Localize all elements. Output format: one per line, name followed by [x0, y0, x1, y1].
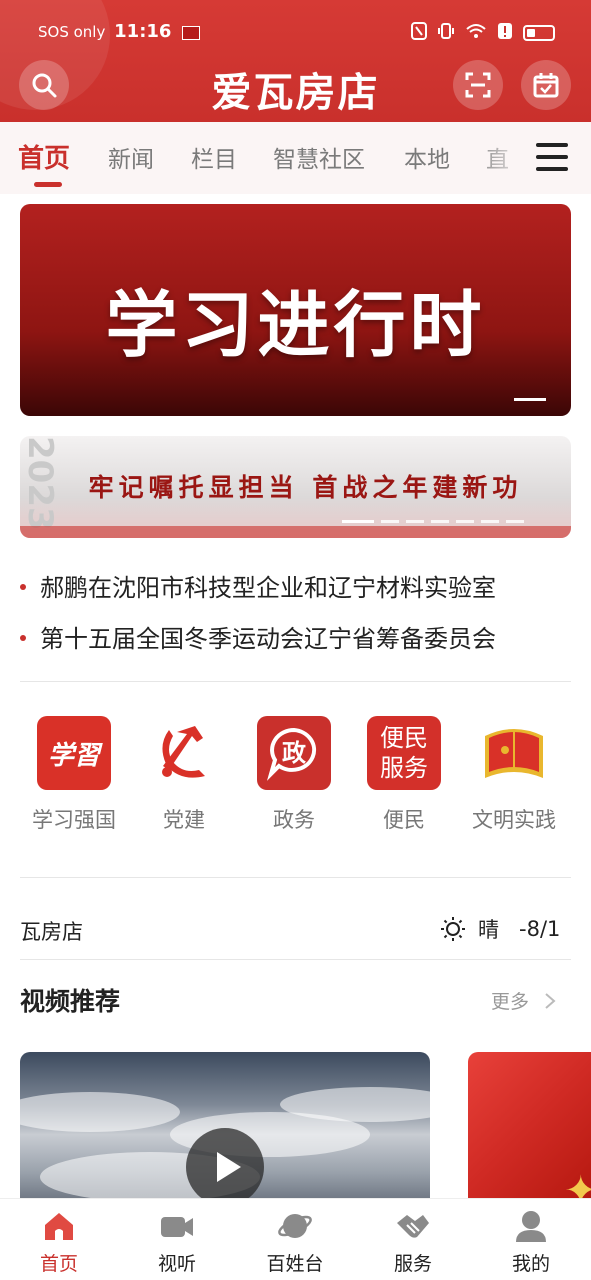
checkin-calendar-button[interactable]: [521, 60, 571, 110]
headline-text: 郝鹏在沈阳市科技型企业和辽宁材料实验室: [40, 574, 496, 602]
svg-text:政: 政: [282, 739, 306, 767]
user-icon: [513, 1209, 549, 1243]
sun-icon: [441, 917, 465, 941]
headline-text: 第十五届全国冬季运动会辽宁省筹备委员会: [40, 625, 496, 653]
channel-tabs: 首页 新闻 栏目 智慧社区 本地 直: [0, 122, 591, 194]
shortcut-xuexi[interactable]: 学習 学习强国: [19, 716, 129, 834]
play-icon[interactable]: [186, 1128, 264, 1202]
section-title: 视频推荐: [20, 987, 121, 1016]
shortcut-party[interactable]: 党建: [129, 716, 239, 834]
tabs-fade: [470, 122, 518, 194]
nav-label: 视听: [157, 1253, 196, 1275]
shortcut-label: 文明实践: [472, 808, 556, 832]
shortcut-label: 便民: [383, 808, 425, 832]
divider: [20, 959, 571, 960]
battery-icon: [523, 25, 555, 41]
cloud-shape: [20, 1092, 180, 1132]
more-link[interactable]: 更多: [491, 987, 557, 1014]
nav-label: 服务: [393, 1253, 432, 1275]
more-label: 更多: [491, 991, 530, 1013]
bottom-navigation: 首页 视听 百姓台 服务 我的: [0, 1198, 591, 1280]
divider: [20, 681, 571, 682]
nav-video[interactable]: 视听: [127, 1209, 227, 1276]
vibrate-icon: [437, 22, 455, 44]
icon-line: 便民: [380, 724, 428, 752]
app-screen: SOS only 11:16 爱瓦房店 首页 新闻 栏目 智慧社区 本地 学习进…: [0, 0, 591, 1280]
carousel-dots: [342, 520, 524, 523]
status-left: SOS only 11:16: [38, 21, 201, 42]
tab-local[interactable]: 本地: [404, 140, 450, 174]
weather-temperature: -8/1: [519, 917, 561, 941]
hero-banner[interactable]: 学习进行时: [20, 204, 571, 416]
shortcut-government[interactable]: 政 政务: [239, 716, 349, 834]
convenience-service-icon: 便民 服务: [367, 716, 441, 790]
scan-icon: [465, 72, 491, 98]
slogan-banner[interactable]: 2023 牢记嘱托显担当 首战之年建新功: [20, 436, 571, 538]
scan-button[interactable]: [453, 60, 503, 110]
headline-item[interactable]: 第十五届全国冬季运动会辽宁省筹备委员会: [20, 619, 571, 654]
bullet-dot: [20, 635, 26, 641]
alert-icon: [497, 22, 513, 44]
party-emblem-icon: [147, 716, 221, 790]
planet-icon: [277, 1209, 313, 1243]
video-card[interactable]: [20, 1052, 430, 1202]
nav-services[interactable]: 服务: [363, 1209, 463, 1276]
shortcut-label: 政务: [273, 808, 315, 832]
tabs-scroll[interactable]: 首页 新闻 栏目 智慧社区 本地 直: [0, 122, 518, 194]
tab-columns[interactable]: 栏目: [191, 140, 237, 174]
app-header: SOS only 11:16 爱瓦房店: [0, 0, 591, 122]
nav-label: 百姓台: [266, 1253, 324, 1275]
nfc-icon: [411, 22, 427, 44]
icon-line: 服务: [380, 754, 428, 782]
channel-menu-icon[interactable]: [536, 143, 568, 171]
banner-slogan: 牢记嘱托显担当 首战之年建新功: [88, 473, 523, 502]
gold-decoration-icon: ✦: [564, 1168, 591, 1202]
government-affairs-icon: 政: [257, 716, 331, 790]
nav-profile[interactable]: 我的: [481, 1209, 581, 1276]
handshake-icon: [395, 1209, 431, 1243]
banner-red-band: [20, 526, 571, 538]
tab-news[interactable]: 新闻: [108, 140, 154, 174]
nav-community[interactable]: 百姓台: [245, 1209, 345, 1276]
tab-home[interactable]: 首页: [18, 138, 70, 175]
status-right: [411, 22, 555, 44]
shortcut-label: 学习强国: [32, 808, 116, 832]
banner-title: 学习进行时: [105, 283, 486, 367]
home-icon: [41, 1209, 77, 1243]
nav-label: 我的: [511, 1253, 550, 1275]
video-camera-icon: [159, 1209, 195, 1243]
tab-smart-community[interactable]: 智慧社区: [273, 140, 365, 174]
carrier-text: SOS only: [38, 23, 106, 41]
weather-summary[interactable]: 晴 -8/1: [440, 914, 560, 944]
wifi-icon: [465, 22, 487, 44]
nav-home[interactable]: 首页: [9, 1209, 109, 1276]
civilization-practice-icon: [477, 716, 551, 790]
app-notification-icon: [182, 25, 201, 40]
calendar-check-icon: [533, 73, 559, 98]
banner-indicator: [514, 398, 546, 401]
shortcut-civilization[interactable]: 文明实践: [459, 716, 569, 834]
shortcut-convenience[interactable]: 便民 服务 便民: [349, 716, 459, 834]
clock-time: 11:16: [114, 21, 172, 42]
nav-label: 首页: [39, 1253, 78, 1275]
shortcut-label: 党建: [163, 808, 205, 832]
active-tab-indicator: [34, 182, 62, 187]
bullet-dot: [20, 584, 26, 590]
chevron-right-icon: [545, 993, 556, 1009]
xuexi-qiangguo-icon: 学習: [37, 716, 111, 790]
weather-condition: 晴: [478, 918, 499, 942]
weather-location[interactable]: 瓦房店: [20, 916, 83, 946]
status-bar: SOS only 11:16: [0, 18, 591, 48]
video-card[interactable]: ✦: [468, 1052, 591, 1202]
divider: [20, 877, 571, 878]
headline-item[interactable]: 郝鹏在沈阳市科技型企业和辽宁材料实验室: [20, 568, 571, 603]
